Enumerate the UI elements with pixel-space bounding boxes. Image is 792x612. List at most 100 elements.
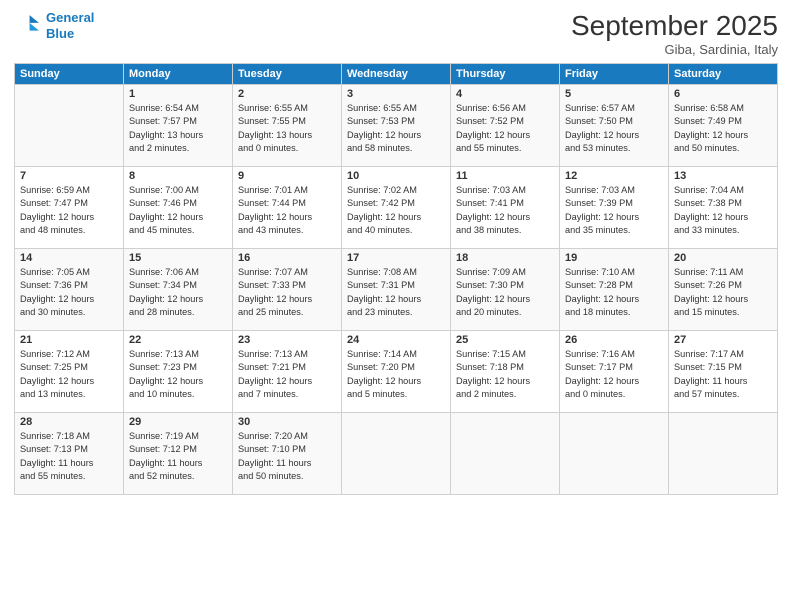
- day-info: Sunrise: 7:03 AM Sunset: 7:39 PM Dayligh…: [565, 184, 663, 237]
- day-info: Sunrise: 7:07 AM Sunset: 7:33 PM Dayligh…: [238, 266, 336, 319]
- day-info: Sunrise: 6:58 AM Sunset: 7:49 PM Dayligh…: [674, 102, 772, 155]
- day-cell: 29 Sunrise: 7:19 AM Sunset: 7:12 PM Dayli…: [124, 413, 233, 495]
- day-cell: 17 Sunrise: 7:08 AM Sunset: 7:31 PM Dayli…: [342, 249, 451, 331]
- day-cell: 13Sunrise: 7:04 AM Sunset: 7:38 PM Dayli…: [669, 167, 778, 249]
- day-info: Sunrise: 6:59 AM Sunset: 7:47 PM Dayligh…: [20, 184, 118, 237]
- day-info: Sunrise: 7:11 AM Sunset: 7:26 PM Dayligh…: [674, 266, 772, 319]
- day-info: Sunrise: 7:06 AM Sunset: 7:34 PM Dayligh…: [129, 266, 227, 319]
- day-cell: 18Sunrise: 7:09 AM Sunset: 7:30 PM Dayli…: [451, 249, 560, 331]
- col-header-thursday: Thursday: [451, 64, 560, 85]
- day-number: 9: [238, 170, 336, 182]
- day-number: 5: [565, 88, 663, 100]
- logo: General Blue: [14, 10, 94, 41]
- day-info: Sunrise: 7:13 AM Sunset: 7:23 PM Dayligh…: [129, 348, 227, 401]
- day-cell: [669, 413, 778, 495]
- day-info: Sunrise: 7:20 AM Sunset: 7:10 PM Dayligh…: [238, 430, 336, 483]
- day-number: 24: [347, 334, 445, 346]
- day-info: Sunrise: 7:16 AM Sunset: 7:17 PM Dayligh…: [565, 348, 663, 401]
- day-number: 29: [129, 416, 227, 428]
- week-row-3: 14 Sunrise: 7:05 AM Sunset: 7:36 PM Dayli…: [15, 249, 778, 331]
- day-cell: 25 Sunrise: 7:15 AM Sunset: 7:18 PM Dayli…: [451, 331, 560, 413]
- day-number: 16: [238, 252, 336, 264]
- day-number: 17: [347, 252, 445, 264]
- day-cell: 2Sunrise: 6:55 AM Sunset: 7:55 PM Daylig…: [233, 85, 342, 167]
- day-info: Sunrise: 6:55 AM Sunset: 7:53 PM Dayligh…: [347, 102, 445, 155]
- day-number: 11: [456, 170, 554, 182]
- logo-line1: General: [46, 10, 94, 25]
- day-cell: [560, 413, 669, 495]
- day-info: Sunrise: 7:15 AM Sunset: 7:18 PM Dayligh…: [456, 348, 554, 401]
- day-number: 3: [347, 88, 445, 100]
- calendar-table: SundayMondayTuesdayWednesdayThursdayFrid…: [14, 63, 778, 495]
- day-number: 30: [238, 416, 336, 428]
- week-row-4: 21 Sunrise: 7:12 AM Sunset: 7:25 PM Dayli…: [15, 331, 778, 413]
- day-number: 25: [456, 334, 554, 346]
- day-info: Sunrise: 7:10 AM Sunset: 7:28 PM Dayligh…: [565, 266, 663, 319]
- day-info: Sunrise: 7:18 AM Sunset: 7:13 PM Dayligh…: [20, 430, 118, 483]
- day-number: 21: [20, 334, 118, 346]
- day-cell: 15 Sunrise: 7:06 AM Sunset: 7:34 PM Dayli…: [124, 249, 233, 331]
- day-number: 27: [674, 334, 772, 346]
- day-number: 15: [129, 252, 227, 264]
- day-info: Sunrise: 7:09 AM Sunset: 7:30 PM Dayligh…: [456, 266, 554, 319]
- day-info: Sunrise: 7:08 AM Sunset: 7:31 PM Dayligh…: [347, 266, 445, 319]
- day-cell: [451, 413, 560, 495]
- day-cell: 30 Sunrise: 7:20 AM Sunset: 7:10 PM Dayli…: [233, 413, 342, 495]
- day-cell: 21 Sunrise: 7:12 AM Sunset: 7:25 PM Dayli…: [15, 331, 124, 413]
- day-info: Sunrise: 7:04 AM Sunset: 7:38 PM Dayligh…: [674, 184, 772, 237]
- day-cell: 19 Sunrise: 7:10 AM Sunset: 7:28 PM Dayli…: [560, 249, 669, 331]
- day-info: Sunrise: 7:02 AM Sunset: 7:42 PM Dayligh…: [347, 184, 445, 237]
- page: General Blue September 2025 Giba, Sardin…: [0, 0, 792, 612]
- day-number: 14: [20, 252, 118, 264]
- day-cell: 22Sunrise: 7:13 AM Sunset: 7:23 PM Dayli…: [124, 331, 233, 413]
- week-row-5: 28 Sunrise: 7:18 AM Sunset: 7:13 PM Dayli…: [15, 413, 778, 495]
- col-header-monday: Monday: [124, 64, 233, 85]
- day-cell: 9 Sunrise: 7:01 AM Sunset: 7:44 PM Daylig…: [233, 167, 342, 249]
- day-number: 10: [347, 170, 445, 182]
- day-number: 26: [565, 334, 663, 346]
- day-cell: 8 Sunrise: 7:00 AM Sunset: 7:46 PM Daylig…: [124, 167, 233, 249]
- day-info: Sunrise: 7:03 AM Sunset: 7:41 PM Dayligh…: [456, 184, 554, 237]
- day-number: 7: [20, 170, 118, 182]
- day-number: 19: [565, 252, 663, 264]
- day-number: 28: [20, 416, 118, 428]
- day-cell: 5Sunrise: 6:57 AM Sunset: 7:50 PM Daylig…: [560, 85, 669, 167]
- day-cell: [15, 85, 124, 167]
- day-info: Sunrise: 7:13 AM Sunset: 7:21 PM Dayligh…: [238, 348, 336, 401]
- day-info: Sunrise: 6:56 AM Sunset: 7:52 PM Dayligh…: [456, 102, 554, 155]
- day-number: 20: [674, 252, 772, 264]
- day-cell: 24Sunrise: 7:14 AM Sunset: 7:20 PM Dayli…: [342, 331, 451, 413]
- col-header-tuesday: Tuesday: [233, 64, 342, 85]
- logo-icon: [14, 12, 42, 40]
- col-header-wednesday: Wednesday: [342, 64, 451, 85]
- day-info: Sunrise: 7:19 AM Sunset: 7:12 PM Dayligh…: [129, 430, 227, 483]
- week-row-1: 1 Sunrise: 6:54 AM Sunset: 7:57 PM Daylig…: [15, 85, 778, 167]
- day-info: Sunrise: 7:05 AM Sunset: 7:36 PM Dayligh…: [20, 266, 118, 319]
- day-cell: 27 Sunrise: 7:17 AM Sunset: 7:15 PM Dayli…: [669, 331, 778, 413]
- day-cell: 28 Sunrise: 7:18 AM Sunset: 7:13 PM Dayli…: [15, 413, 124, 495]
- day-cell: 23 Sunrise: 7:13 AM Sunset: 7:21 PM Dayli…: [233, 331, 342, 413]
- day-cell: 20 Sunrise: 7:11 AM Sunset: 7:26 PM Dayli…: [669, 249, 778, 331]
- day-cell: 10 Sunrise: 7:02 AM Sunset: 7:42 PM Dayli…: [342, 167, 451, 249]
- day-number: 4: [456, 88, 554, 100]
- day-info: Sunrise: 7:17 AM Sunset: 7:15 PM Dayligh…: [674, 348, 772, 401]
- day-cell: 3 Sunrise: 6:55 AM Sunset: 7:53 PM Daylig…: [342, 85, 451, 167]
- day-number: 8: [129, 170, 227, 182]
- day-number: 12: [565, 170, 663, 182]
- title-block: September 2025 Giba, Sardinia, Italy: [571, 10, 778, 57]
- day-cell: 14 Sunrise: 7:05 AM Sunset: 7:36 PM Dayli…: [15, 249, 124, 331]
- col-header-friday: Friday: [560, 64, 669, 85]
- logo-line2: Blue: [46, 26, 74, 41]
- day-number: 1: [129, 88, 227, 100]
- day-number: 2: [238, 88, 336, 100]
- day-info: Sunrise: 6:54 AM Sunset: 7:57 PM Dayligh…: [129, 102, 227, 155]
- logo-text: General Blue: [46, 10, 94, 41]
- day-info: Sunrise: 7:00 AM Sunset: 7:46 PM Dayligh…: [129, 184, 227, 237]
- day-cell: 12 Sunrise: 7:03 AM Sunset: 7:39 PM Dayli…: [560, 167, 669, 249]
- day-cell: 26 Sunrise: 7:16 AM Sunset: 7:17 PM Dayli…: [560, 331, 669, 413]
- header-row: SundayMondayTuesdayWednesdayThursdayFrid…: [15, 64, 778, 85]
- day-cell: 6Sunrise: 6:58 AM Sunset: 7:49 PM Daylig…: [669, 85, 778, 167]
- day-info: Sunrise: 7:01 AM Sunset: 7:44 PM Dayligh…: [238, 184, 336, 237]
- day-info: Sunrise: 7:12 AM Sunset: 7:25 PM Dayligh…: [20, 348, 118, 401]
- day-number: 23: [238, 334, 336, 346]
